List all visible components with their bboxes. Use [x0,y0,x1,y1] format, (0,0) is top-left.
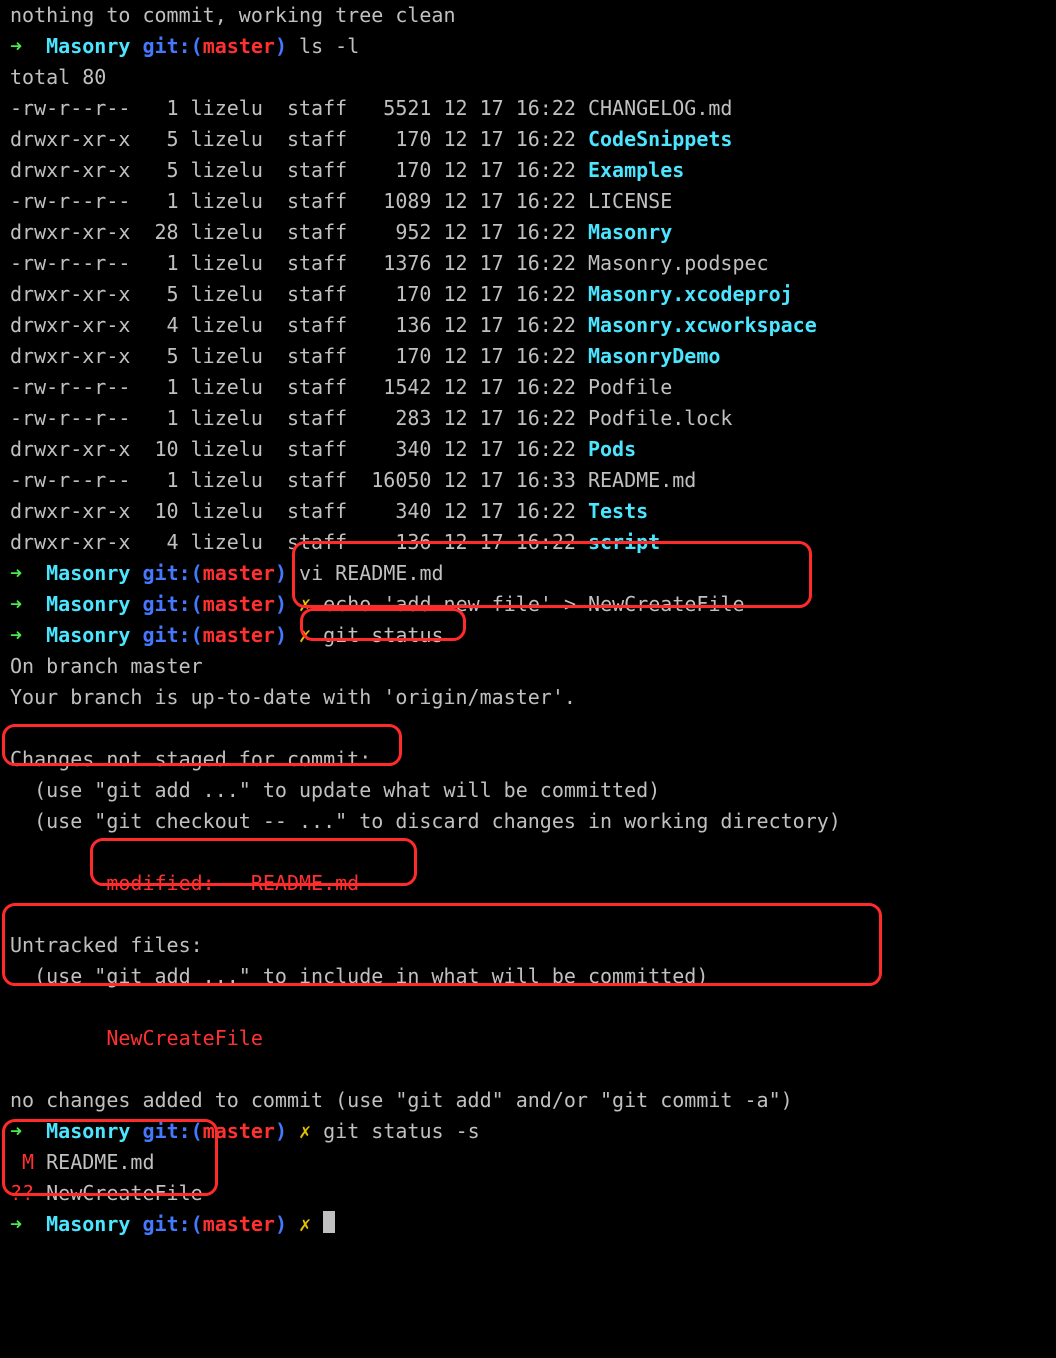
cmd-ls: ls -l [299,34,359,58]
status-hint-add: (use "git add ..." to update what will b… [10,775,1046,806]
prompt-dirty-flag: ✗ [299,592,311,616]
prompt-git: git:( [142,34,202,58]
status-hint-untracked: (use "git add ..." to include in what wi… [10,961,1046,992]
ls-filename: CHANGELOG.md [588,96,733,120]
ls-row: -rw-r--r-- 1 lizelu staff 5521 12 17 16:… [10,93,1046,124]
status-on-branch: On branch master [10,651,1046,682]
cmd-echo: echo 'add new file' > NewCreateFile [323,592,744,616]
ls-row: drwxr-xr-x 28 lizelu staff 952 12 17 16:… [10,217,1046,248]
prompt-repo: Masonry [46,1212,130,1236]
ls-filename: Masonry [588,220,672,244]
prompt-branch: master [203,1212,275,1236]
ls-row: -rw-r--r-- 1 lizelu staff 1542 12 17 16:… [10,372,1046,403]
prompt-branch: master [203,34,275,58]
prompt-arrow: ➜ [10,34,22,58]
ls-filename: Masonry.xcworkspace [588,313,817,337]
ls-row: -rw-r--r-- 1 lizelu staff 16050 12 17 16… [10,465,1046,496]
cmd-vi: vi README.md [299,561,444,585]
status-clean-msg: nothing to commit, working tree clean [10,0,1046,31]
prompt-git: git:( [142,561,202,585]
short-status-row: ?? NewCreateFile [10,1178,1046,1209]
ls-filename: script [588,530,660,554]
ls-filename: Podfile [588,375,672,399]
ls-row: drwxr-xr-x 5 lizelu staff 170 12 17 16:2… [10,341,1046,372]
prompt-repo: Masonry [46,1119,130,1143]
ls-row: -rw-r--r-- 1 lizelu staff 1089 12 17 16:… [10,186,1046,217]
status-untracked-header: Untracked files: [10,930,1046,961]
prompt-branch: master [203,1119,275,1143]
short-status-row: M README.md [10,1147,1046,1178]
ls-filename: LICENSE [588,189,672,213]
prompt-arrow: ➜ [10,592,22,616]
ls-filename: CodeSnippets [588,127,733,151]
status-hint-checkout: (use "git checkout -- ..." to discard ch… [10,806,1046,837]
prompt-close: ) [275,592,287,616]
status-unstaged-header: Changes not staged for commit: [10,744,1046,775]
ls-filename: Masonry.xcodeproj [588,282,793,306]
prompt-branch: master [203,623,275,647]
cmd-git-status-s: git status -s [323,1119,480,1143]
ls-row: drwxr-xr-x 4 lizelu staff 136 12 17 16:2… [10,527,1046,558]
status-uptodate: Your branch is up-to-date with 'origin/m… [10,682,1046,713]
cursor [323,1211,335,1233]
prompt-branch: master [203,561,275,585]
ls-row: drwxr-xr-x 5 lizelu staff 170 12 17 16:2… [10,155,1046,186]
prompt-arrow: ➜ [10,623,22,647]
prompt-repo: Masonry [46,561,130,585]
prompt-close: ) [275,1119,287,1143]
ls-row: drwxr-xr-x 5 lizelu staff 170 12 17 16:2… [10,124,1046,155]
ls-filename: README.md [588,468,696,492]
prompt-repo: Masonry [46,623,130,647]
status-no-changes: no changes added to commit (use "git add… [10,1085,1046,1116]
prompt-branch: master [203,592,275,616]
ls-row: drwxr-xr-x 10 lizelu staff 340 12 17 16:… [10,434,1046,465]
ls-filename: MasonryDemo [588,344,720,368]
ls-filename: Examples [588,158,684,182]
cmd-git-status: git status [323,623,443,647]
ls-row: drwxr-xr-x 4 lizelu staff 136 12 17 16:2… [10,310,1046,341]
prompt-git: git:( [142,1212,202,1236]
prompt-git: git:( [142,1119,202,1143]
prompt-close: ) [275,561,287,585]
ls-filename: Masonry.podspec [588,251,769,275]
status-modified: modified: README.md [106,871,359,895]
prompt-repo: Masonry [46,592,130,616]
ls-row: drwxr-xr-x 5 lizelu staff 170 12 17 16:2… [10,279,1046,310]
prompt-close: ) [275,34,287,58]
prompt-arrow: ➜ [10,561,22,585]
ls-row: -rw-r--r-- 1 lizelu staff 283 12 17 16:2… [10,403,1046,434]
ls-total: total 80 [10,62,1046,93]
terminal-output[interactable]: nothing to commit, working tree clean ➜ M… [0,0,1056,1240]
prompt-git: git:( [142,623,202,647]
prompt-arrow: ➜ [10,1119,22,1143]
prompt-close: ) [275,1212,287,1236]
prompt-arrow: ➜ [10,1212,22,1236]
prompt-repo: Masonry [46,34,130,58]
ls-row: -rw-r--r-- 1 lizelu staff 1376 12 17 16:… [10,248,1046,279]
ls-filename: Pods [588,437,636,461]
prompt-dirty-flag: ✗ [299,623,311,647]
ls-row: drwxr-xr-x 10 lizelu staff 340 12 17 16:… [10,496,1046,527]
status-untracked-file: NewCreateFile [106,1026,263,1050]
prompt-dirty-flag: ✗ [299,1119,311,1143]
ls-filename: Podfile.lock [588,406,733,430]
ls-filename: Tests [588,499,648,523]
prompt-dirty-flag: ✗ [299,1212,311,1236]
prompt-git: git:( [142,592,202,616]
prompt-close: ) [275,623,287,647]
